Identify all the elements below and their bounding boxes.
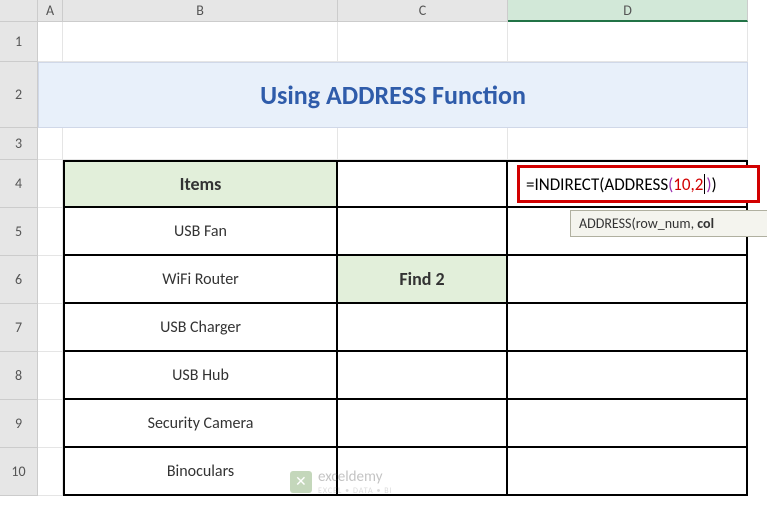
cell-c9[interactable]	[338, 400, 508, 448]
formula-equals: =	[526, 174, 534, 195]
formula-fn-indirect: INDIRECT	[534, 174, 599, 195]
text-cursor	[704, 174, 705, 194]
row-header-6[interactable]: 6	[0, 256, 38, 304]
cell-b6[interactable]: WiFi Router	[63, 256, 338, 304]
cell-a10[interactable]	[38, 448, 63, 496]
exceldemy-logo-icon	[290, 471, 312, 493]
cell-c5[interactable]	[338, 208, 508, 256]
cell-d9[interactable]	[508, 400, 748, 448]
cell-d1[interactable]	[508, 22, 748, 62]
cell-a6[interactable]	[38, 256, 63, 304]
cell-c8[interactable]	[338, 352, 508, 400]
spreadsheet-grid[interactable]: A B C D 1 2 Using ADDRESS Function 3 4 I…	[0, 0, 767, 496]
formula-paren-close1: )	[712, 174, 717, 195]
watermark: exceldemy EXCEL • DATA • BI	[290, 468, 393, 496]
row-header-10[interactable]: 10	[0, 448, 38, 496]
cell-d10[interactable]	[508, 448, 748, 496]
cell-b3[interactable]	[63, 128, 338, 160]
cell-c1[interactable]	[338, 22, 508, 62]
cell-a8[interactable]	[38, 352, 63, 400]
row-header-5[interactable]: 5	[0, 208, 38, 256]
tooltip-bold-arg: col	[697, 215, 714, 232]
col-header-a[interactable]: A	[38, 0, 63, 22]
cell-c4[interactable]	[338, 160, 508, 208]
row-header-7[interactable]: 7	[0, 304, 38, 352]
cell-b8[interactable]: USB Hub	[63, 352, 338, 400]
cell-b7[interactable]: USB Charger	[63, 304, 338, 352]
col-header-c[interactable]: C	[338, 0, 508, 22]
row-header-9[interactable]: 9	[0, 400, 38, 448]
formula-tooltip: ADDRESS(row_num, col	[570, 210, 767, 237]
watermark-brand: exceldemy	[318, 468, 393, 486]
cell-d3[interactable]	[508, 128, 748, 160]
watermark-sub: EXCEL • DATA • BI	[318, 486, 393, 496]
items-header[interactable]: Items	[63, 160, 338, 208]
formula-edit-overlay[interactable]: =INDIRECT(ADDRESS(10,2))	[517, 165, 760, 203]
row-header-2[interactable]: 2	[0, 62, 38, 128]
row-header-4[interactable]: 4	[0, 160, 38, 208]
cell-a9[interactable]	[38, 400, 63, 448]
tooltip-prefix: ADDRESS(row_num,	[579, 215, 697, 232]
col-header-b[interactable]: B	[63, 0, 338, 22]
cell-a7[interactable]	[38, 304, 63, 352]
cell-c7[interactable]	[338, 304, 508, 352]
cell-a1[interactable]	[38, 22, 63, 62]
cell-a5[interactable]	[38, 208, 63, 256]
cell-c3[interactable]	[338, 128, 508, 160]
formula-args: 10,2	[673, 174, 703, 195]
cell-d7[interactable]	[508, 304, 748, 352]
cell-d6[interactable]	[508, 256, 748, 304]
col-header-d[interactable]: D	[508, 0, 748, 22]
row-header-8[interactable]: 8	[0, 352, 38, 400]
row-header-1[interactable]: 1	[0, 22, 38, 62]
cell-b5[interactable]: USB Fan	[63, 208, 338, 256]
formula-fn-address: ADDRESS	[604, 174, 668, 195]
row-header-3[interactable]: 3	[0, 128, 38, 160]
cell-a4[interactable]	[38, 160, 63, 208]
select-all-corner[interactable]	[0, 0, 38, 22]
cell-b1[interactable]	[63, 22, 338, 62]
cell-b9[interactable]: Security Camera	[63, 400, 338, 448]
cell-a3[interactable]	[38, 128, 63, 160]
cell-c6-find2[interactable]: Find 2	[338, 256, 508, 304]
cell-d8[interactable]	[508, 352, 748, 400]
title-cell[interactable]: Using ADDRESS Function	[38, 62, 748, 128]
